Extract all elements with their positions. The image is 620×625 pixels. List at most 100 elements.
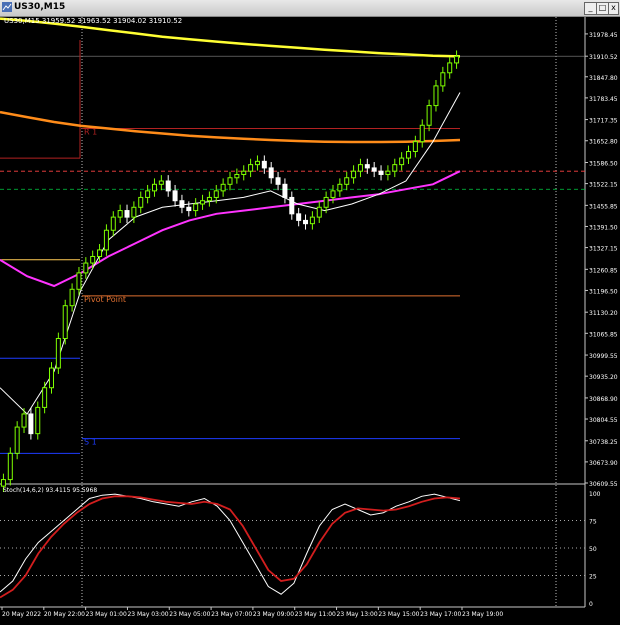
y-tick-label: 30935.20 — [589, 374, 618, 381]
x-tick-label: 23 May 07:00 — [211, 611, 252, 618]
candle-body — [117, 210, 123, 218]
candle-body — [412, 141, 418, 153]
x-tick-label: 23 May 03:00 — [127, 611, 168, 618]
level-label: Pivot Point — [84, 295, 126, 304]
y-tick-label: 31978.45 — [589, 32, 618, 39]
candle-body — [179, 200, 185, 208]
y-tick-label: 31130.20 — [589, 310, 618, 317]
x-tick-label: 20 May 22:00 — [44, 611, 85, 618]
symbol-info: US30,M15 31959.52 31963.52 31904.02 3191… — [4, 17, 182, 25]
close-button[interactable]: x — [608, 2, 619, 15]
candle-body — [454, 55, 460, 64]
pivot-levels: R 1 Pivot Point S 1 — [0, 39, 585, 454]
stoch-tick-label: 100 — [589, 491, 601, 498]
y-tick-label: 31586.50 — [589, 160, 618, 167]
candle-body — [131, 206, 137, 218]
candle-body — [227, 177, 233, 185]
candle-body — [275, 177, 281, 185]
candle-body — [138, 196, 144, 208]
x-tick-label: 23 May 13:00 — [337, 611, 378, 618]
x-tick-label: 23 May 17:00 — [420, 611, 461, 618]
candle-body — [48, 367, 54, 389]
candle-body — [316, 206, 322, 218]
y-tick-label: 30609.55 — [589, 481, 618, 488]
y-tick-label: 30999.55 — [589, 353, 618, 360]
candle-body — [172, 190, 178, 202]
x-tick-label: 20 May 2022 — [2, 611, 41, 618]
candle-body — [55, 338, 61, 369]
candle-body — [213, 190, 219, 198]
candle-body — [193, 203, 199, 212]
candle-body — [364, 164, 370, 169]
candle-body — [330, 190, 336, 198]
candle-body — [14, 426, 20, 454]
y-tick-label: 31260.85 — [589, 267, 618, 274]
terminal-window: US30,M15 _ □ x R 1 Pivot Point S 1 31978.4… — [0, 0, 620, 625]
candle-body — [433, 85, 439, 107]
candle-body — [151, 183, 157, 192]
y-tick-label: 31847.80 — [589, 75, 618, 82]
price-chart[interactable]: R 1 Pivot Point S 1 31978.45 31910.52 31847.… — [0, 17, 620, 625]
stoch-title: Stoch(14,6,2) 93.4115 95.5968 — [3, 487, 97, 494]
x-tick-label: 23 May 01:00 — [86, 611, 127, 618]
candle-body — [83, 262, 89, 274]
candle-body — [158, 180, 164, 185]
y-tick-label: 30804.55 — [589, 417, 618, 424]
y-tick-label: 31455.85 — [589, 203, 618, 210]
candle-body — [28, 413, 34, 435]
y-tick-label: 31652.80 — [589, 139, 618, 146]
y-tick-label: 31522.15 — [589, 182, 618, 189]
candle-body — [440, 72, 446, 87]
candles — [0, 50, 460, 493]
candle-body — [337, 183, 343, 192]
ma-line-1 — [0, 110, 461, 144]
moving-averages — [0, 17, 461, 415]
candle-body — [268, 167, 274, 179]
candle-body — [0, 479, 6, 487]
axes: 31978.45 31910.52 31847.80 31783.45 31717.35… — [1, 32, 618, 618]
candle-body — [145, 190, 151, 198]
candle-body — [399, 157, 405, 166]
window-titlebar: US30,M15 _ □ x — [0, 0, 620, 17]
candle-body — [261, 160, 267, 169]
candle-body — [282, 183, 288, 198]
stoch-signal-line — [0, 495, 461, 599]
candle-body — [90, 255, 96, 264]
candle-body — [206, 196, 212, 202]
y-tick-label: 31783.45 — [589, 96, 618, 103]
candle-body — [344, 177, 350, 185]
candle-body — [234, 173, 240, 179]
candle-body — [371, 167, 377, 172]
stoch-tick-label: 0 — [589, 601, 593, 608]
y-tick-label: 31065.85 — [589, 331, 618, 338]
candle-body — [220, 183, 226, 192]
y-tick-label: 31327.15 — [589, 246, 618, 253]
x-tick-label: 23 May 11:00 — [295, 611, 336, 618]
x-tick-label: 23 May 09:00 — [253, 611, 294, 618]
candle-body — [289, 196, 295, 215]
candle-body — [351, 170, 357, 179]
candle-body — [76, 272, 82, 290]
y-tick-label: 31196.50 — [589, 288, 618, 295]
candle-body — [392, 164, 398, 172]
candle-body — [426, 105, 432, 126]
candle-body — [110, 216, 116, 231]
candle-body — [309, 216, 315, 225]
candle-body — [42, 387, 48, 408]
candle-body — [296, 213, 302, 221]
y-tick-label: 31910.52 — [589, 54, 618, 61]
candle-body — [165, 180, 171, 192]
candle-body — [357, 164, 363, 172]
candle-body — [35, 406, 41, 435]
candle-body — [419, 124, 425, 143]
candle-body — [323, 196, 329, 208]
x-tick-label: 23 May 19:00 — [462, 611, 503, 618]
candle-body — [248, 164, 254, 172]
candle-body — [7, 452, 13, 481]
y-tick-label: 30673.90 — [589, 460, 618, 467]
stoch-tick-label: 50 — [589, 546, 597, 553]
stochastic-panel — [0, 493, 461, 599]
candle-body — [69, 288, 75, 307]
y-tick-label: 30738.25 — [589, 439, 618, 446]
candle-body — [200, 200, 206, 205]
